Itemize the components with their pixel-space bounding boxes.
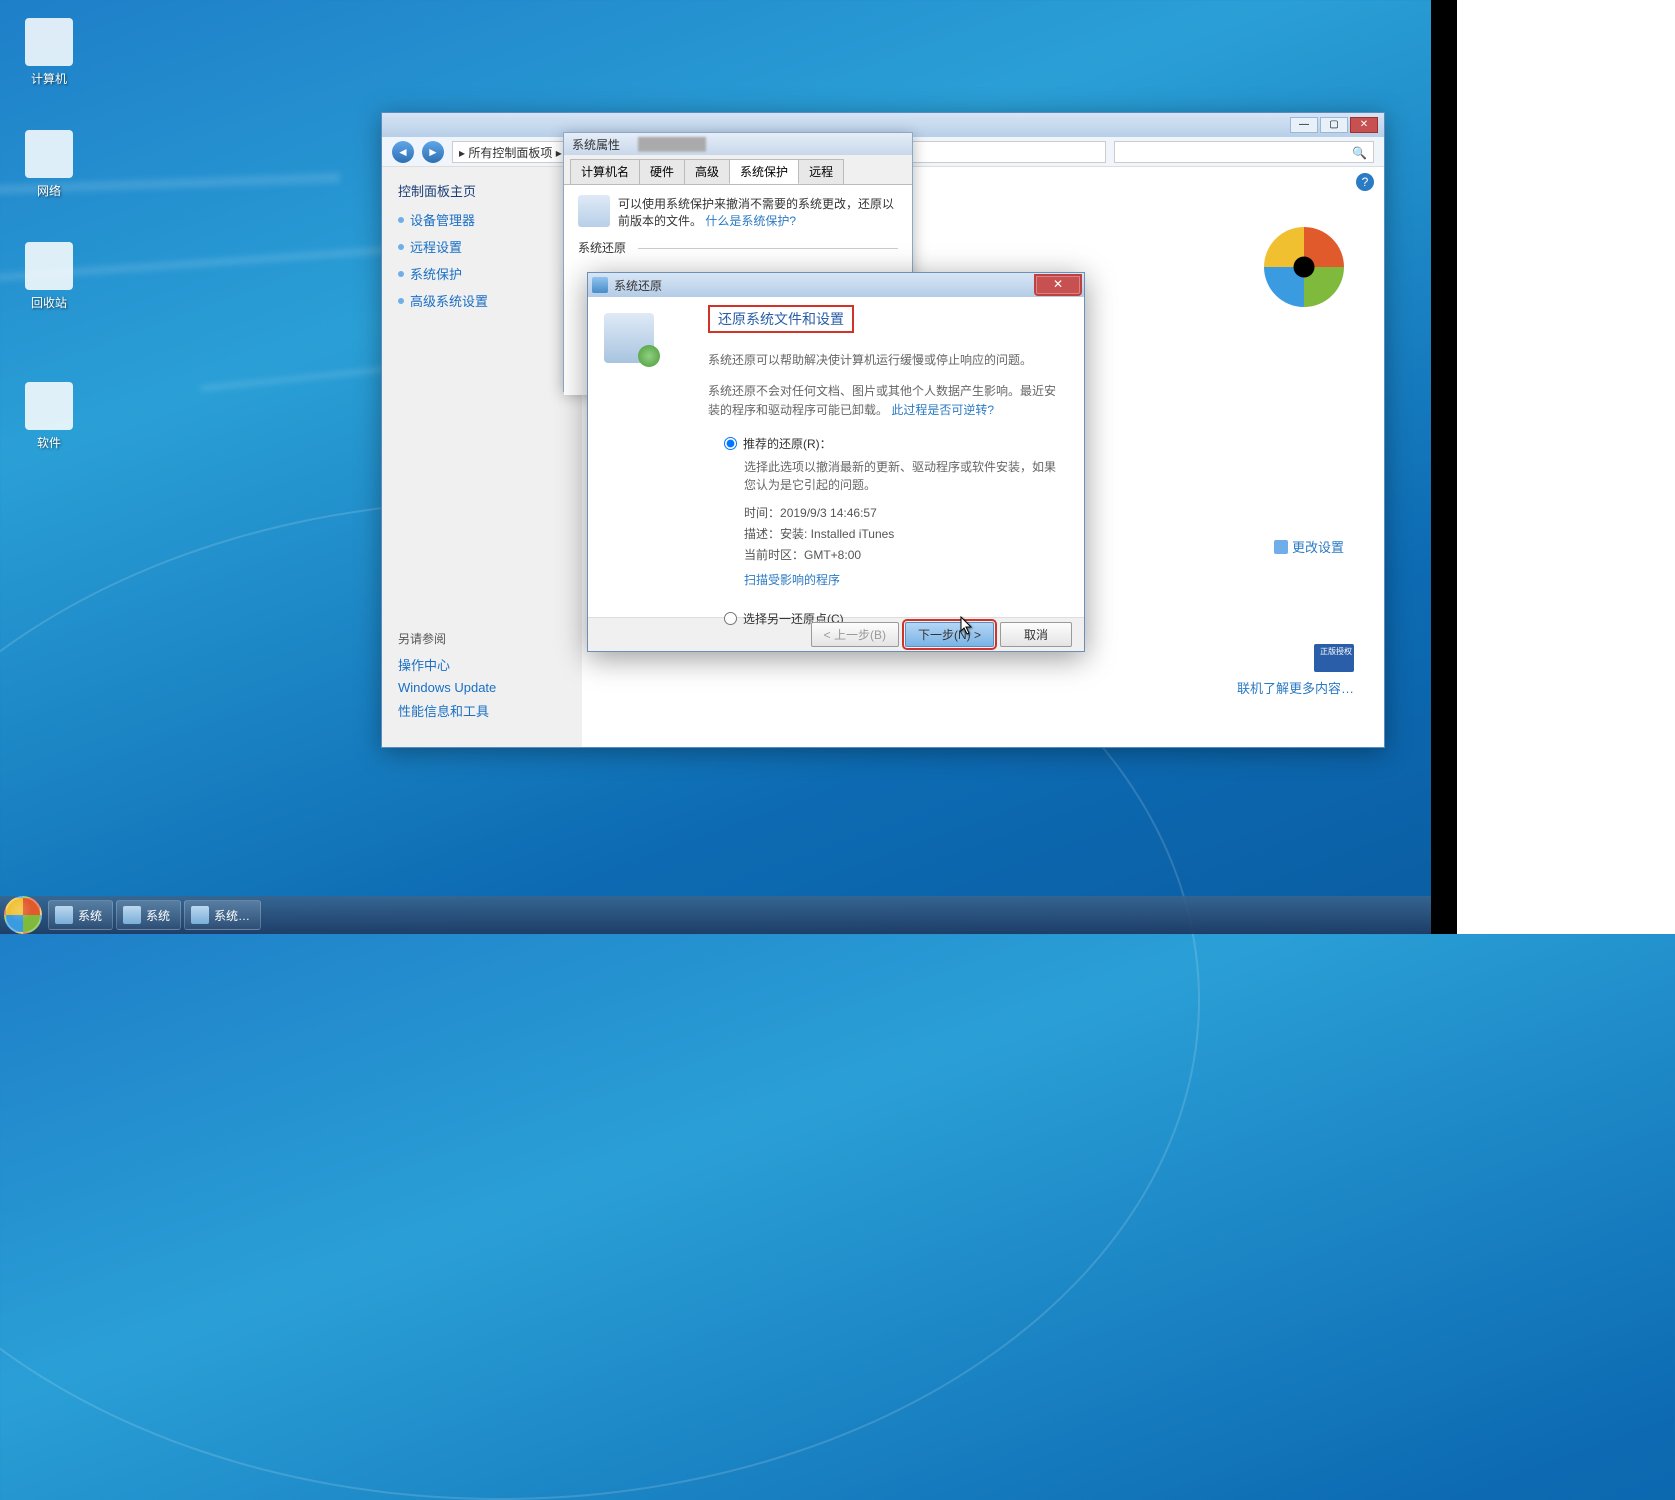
folder-icon [25, 382, 73, 430]
recycle-bin-icon [25, 242, 73, 290]
wizard-title: 系统还原 [614, 277, 662, 294]
search-input[interactable]: 🔍 [1114, 141, 1374, 163]
sidebar-link-advanced[interactable]: 高级系统设置 [398, 291, 566, 310]
tab-advanced[interactable]: 高级 [684, 159, 730, 184]
see-also-performance[interactable]: 性能信息和工具 [398, 701, 566, 720]
sidebar-link-protection[interactable]: 系统保护 [398, 264, 566, 283]
activation-block: 正版授权 联机了解更多内容… [1237, 644, 1354, 697]
change-settings-link[interactable]: 更改设置 [1274, 537, 1344, 556]
desktop-icon-label: 回收站 [14, 294, 84, 311]
wizard-heading: 还原系统文件和设置 [708, 305, 854, 333]
tab-system-protection[interactable]: 系统保护 [729, 159, 799, 184]
desktop-icon-label: 计算机 [14, 70, 84, 87]
sidebar-title: 控制面板主页 [398, 181, 566, 200]
system-restore-wizard: 系统还原 ✕ 还原系统文件和设置 系统还原可以帮助解决使计算机运行缓慢或停止响应… [587, 272, 1085, 652]
desktop-icon-software[interactable]: 软件 [14, 382, 84, 451]
nav-forward-button[interactable]: ► [422, 141, 444, 163]
tab-hardware[interactable]: 硬件 [639, 159, 685, 184]
cancel-button[interactable]: 取消 [1000, 622, 1072, 647]
sidebar: 控制面板主页 设备管理器 远程设置 系统保护 高级系统设置 另请参阅 操作中心 … [382, 167, 582, 747]
back-button: < 上一步(B) [811, 622, 899, 647]
desktop-icon-label: 软件 [14, 434, 84, 451]
what-is-link[interactable]: 什么是系统保护? [705, 214, 796, 228]
sidebar-link-remote[interactable]: 远程设置 [398, 237, 566, 256]
taskbar: 系统 系统 系统… 15:38 2019/9/5 [0, 896, 1675, 934]
genuine-badge-icon: 正版授权 [1314, 644, 1354, 672]
frame-border-black [1431, 0, 1457, 934]
maximize-button[interactable]: ▢ [1320, 117, 1348, 133]
sidebar-link-device-manager[interactable]: 设备管理器 [398, 210, 566, 229]
start-button[interactable] [4, 896, 42, 934]
activation-link[interactable]: 联机了解更多内容… [1237, 678, 1354, 697]
window-icon [123, 906, 141, 924]
scan-affected-link[interactable]: 扫描受影响的程序 [744, 573, 840, 587]
desktop-icon-computer[interactable]: 计算机 [14, 18, 84, 87]
computer-icon [25, 18, 73, 66]
wizard-intro-2: 系统还原不会对任何文档、图片或其他个人数据产生影响。最近安装的程序和驱动程序可能… [708, 382, 1062, 420]
taskbar-item[interactable]: 系统… [184, 900, 261, 930]
tab-strip: 计算机名 硬件 高级 系统保护 远程 [564, 155, 912, 185]
desktop-icon-network[interactable]: 网络 [14, 130, 84, 199]
group-system-restore: 系统还原 [578, 239, 898, 256]
dialog-title: 系统属性 [572, 136, 620, 153]
restore-timezone: 当前时区：GMT+8:00 [744, 546, 1062, 563]
minimize-button[interactable]: — [1290, 117, 1318, 133]
help-icon[interactable]: ? [1356, 173, 1374, 191]
radio-other[interactable] [724, 612, 737, 625]
next-button[interactable]: 下一步(N) > [905, 622, 994, 647]
tab-remote[interactable]: 远程 [798, 159, 844, 184]
window-icon [55, 906, 73, 924]
taskbar-item[interactable]: 系统 [116, 900, 181, 930]
window-icon [191, 906, 209, 924]
blurred-text: ████████ [638, 137, 706, 151]
nav-back-button[interactable]: ◄ [392, 141, 414, 163]
option-recommended[interactable]: 推荐的还原(R)： [724, 435, 1062, 452]
see-also-action-center[interactable]: 操作中心 [398, 655, 566, 674]
network-icon [25, 130, 73, 178]
desktop-icon-recycle[interactable]: 回收站 [14, 242, 84, 311]
tab-computer-name[interactable]: 计算机名 [570, 159, 640, 184]
see-also-title: 另请参阅 [398, 630, 566, 647]
restore-time: 时间：2019/9/3 14:46:57 [744, 504, 1062, 521]
restore-icon [592, 277, 608, 293]
frame-border-white [1457, 0, 1675, 934]
option-recommended-desc: 选择此选项以撤消最新的更新、驱动程序或软件安装，如果您认为是它引起的问题。 [744, 458, 1062, 494]
reversible-link[interactable]: 此过程是否可逆转? [891, 403, 994, 417]
wizard-intro-1: 系统还原可以帮助解决使计算机运行缓慢或停止响应的问题。 [708, 351, 1062, 370]
dialog-titlebar[interactable]: 系统属性 ████████ [564, 133, 912, 155]
restore-desc: 描述：安装: Installed iTunes [744, 525, 1062, 542]
see-also-windows-update[interactable]: Windows Update [398, 680, 566, 695]
taskbar-item[interactable]: 系统 [48, 900, 113, 930]
close-button[interactable]: ✕ [1350, 117, 1378, 133]
wizard-footer: < 上一步(B) 下一步(N) > 取消 [588, 617, 1084, 651]
desktop-icon-label: 网络 [14, 182, 84, 199]
wizard-close-button[interactable]: ✕ [1036, 276, 1080, 294]
wizard-titlebar[interactable]: 系统还原 ✕ [588, 273, 1084, 297]
radio-recommended[interactable] [724, 437, 737, 450]
restore-computer-icon [604, 313, 654, 363]
windows-logo-icon [1264, 227, 1344, 307]
protection-icon [578, 195, 610, 227]
